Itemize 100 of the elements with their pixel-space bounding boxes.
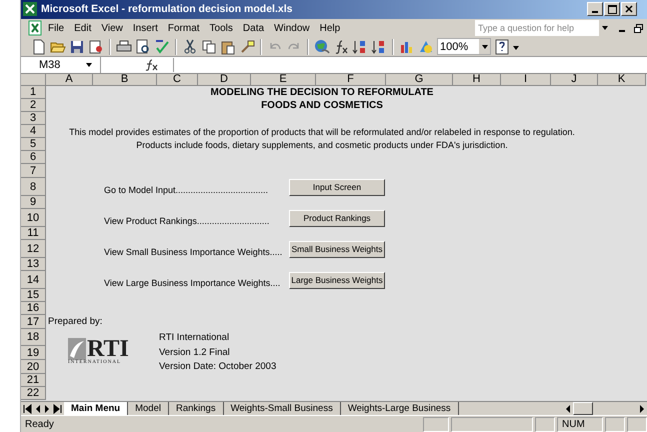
horizontal-scrollbar[interactable]: [565, 402, 645, 415]
sheet-title: FOODS AND COSMETICS: [260, 99, 384, 112]
navigation-button[interactable]: Small Business Weights: [289, 240, 385, 258]
insert-function-icon[interactable]: [145, 59, 159, 72]
column-header[interactable]: G: [386, 74, 453, 86]
row-header[interactable]: 9: [21, 196, 46, 210]
menu-item[interactable]: Help: [314, 22, 346, 34]
credit-text: Version Date: October 2003: [158, 361, 278, 374]
credit-text: Version 1.2 Final: [158, 347, 231, 360]
column-header[interactable]: K: [598, 74, 646, 86]
row-header[interactable]: 19: [21, 346, 46, 360]
row-header[interactable]: 20: [21, 360, 46, 374]
row-header[interactable]: 7: [21, 164, 46, 178]
maximize-button[interactable]: [604, 2, 620, 16]
close-button[interactable]: [621, 2, 637, 16]
status-panel: [535, 416, 555, 432]
sort-descending-icon[interactable]: [371, 38, 387, 55]
column-header[interactable]: A: [46, 74, 93, 86]
row-header[interactable]: 3: [21, 112, 46, 126]
function-icon[interactable]: [333, 38, 349, 55]
status-panel: [627, 416, 647, 432]
column-header[interactable]: B: [93, 74, 157, 86]
zoom-dropdown[interactable]: 100%: [437, 38, 491, 56]
minimize-button[interactable]: [587, 2, 603, 16]
menu-item[interactable]: File: [43, 22, 70, 34]
row-header[interactable]: 17: [21, 315, 46, 330]
menu-option-label: View Small Business Importance Weights.....: [103, 246, 284, 258]
navigation-button[interactable]: Product Rankings: [289, 210, 385, 227]
prepared-by-label: Prepared by:: [47, 316, 104, 328]
navigation-button[interactable]: Large Business Weights: [289, 272, 385, 289]
toolbar-options-icon[interactable]: [513, 44, 519, 50]
globe-icon[interactable]: [314, 38, 330, 55]
menu-item[interactable]: View: [96, 22, 128, 34]
status-panel: [423, 416, 449, 432]
copy-icon[interactable]: [201, 38, 217, 55]
row-header[interactable]: 13: [21, 258, 46, 272]
scroll-right-icon[interactable]: [639, 404, 645, 413]
column-header[interactable]: C: [157, 74, 198, 86]
paste-icon[interactable]: [220, 38, 236, 55]
description-text: Products include foods, dietary supplements, and cosmetic products under FDA's jurisdiction.: [135, 138, 509, 151]
maximize-icon: [608, 4, 616, 14]
sheet-title: MODELING THE DECISION TO REFORMULATE: [210, 86, 434, 100]
menu-option-label: View Large Business Importance Weights....: [103, 277, 282, 290]
row-header[interactable]: 12: [21, 240, 46, 258]
row-header[interactable]: 6: [21, 151, 46, 164]
tab-scroll-icon[interactable]: [53, 404, 62, 414]
status-text: Ready: [24, 418, 54, 430]
format-painter-icon[interactable]: [239, 38, 255, 55]
column-header[interactable]: E: [251, 74, 316, 86]
row-header[interactable]: 11: [21, 227, 46, 240]
tab-scroll-icon[interactable]: [23, 404, 32, 414]
row-header[interactable]: 2: [21, 99, 46, 112]
column-header[interactable]: J: [551, 74, 598, 86]
caret-icon: [86, 63, 92, 68]
sheet-tab[interactable]: Main Menu: [64, 402, 128, 416]
row-header[interactable]: 4: [21, 125, 46, 138]
menu-item[interactable]: Tools: [204, 22, 238, 34]
num-lock-indicator: NUM: [557, 416, 603, 432]
print-preview-icon[interactable]: [135, 38, 151, 55]
column-header[interactable]: I: [501, 74, 551, 86]
menu-option-label: View Product Rankings.............................: [103, 215, 270, 228]
navigation-button[interactable]: Input Screen: [289, 178, 385, 196]
menu-item[interactable]: Format: [162, 22, 205, 34]
help-search-field[interactable]: Type a question for help: [475, 20, 599, 36]
workbook-icon[interactable]: [27, 20, 43, 36]
menu-item[interactable]: Data: [238, 22, 270, 34]
menu-item[interactable]: Edit: [69, 22, 96, 34]
column-header[interactable]: D: [198, 74, 251, 86]
row-header[interactable]: 16: [21, 302, 46, 316]
sort-ascending-icon[interactable]: [352, 38, 368, 55]
menu-item[interactable]: Insert: [128, 22, 163, 34]
help-icon[interactable]: [494, 38, 510, 55]
new-document-icon[interactable]: [31, 38, 47, 55]
menu-item[interactable]: Window: [269, 22, 315, 34]
caret-icon: [602, 26, 608, 30]
spreadsheet-app-icon: [23, 2, 37, 16]
spelling-icon[interactable]: [154, 38, 170, 55]
row-header[interactable]: 10: [21, 209, 46, 228]
description-text: This model provides estimates of the proportion of products that will be reformulated and/or relabeled in response to regulation.: [68, 126, 576, 138]
restore-icon[interactable]: [634, 24, 643, 33]
cut-icon[interactable]: [182, 38, 198, 55]
row-header[interactable]: 22: [21, 387, 46, 400]
row-header[interactable]: 5: [21, 138, 46, 152]
row-header[interactable]: 15: [21, 289, 46, 302]
window-title: Microsoft Excel - reformulation decision model.xls: [41, 3, 292, 16]
menu-option-label: Go to Model Input.....................................: [103, 184, 270, 196]
save-icon[interactable]: [69, 38, 85, 55]
permission-icon[interactable]: [88, 38, 104, 55]
sheet-tab[interactable]: Weights-Small Business: [224, 402, 341, 416]
column-header[interactable]: H: [453, 74, 501, 86]
tab-scroll-icon[interactable]: [43, 404, 52, 414]
status-panel: [605, 416, 625, 432]
row-header[interactable]: 18: [21, 329, 46, 346]
row-header[interactable]: 8: [21, 178, 46, 196]
caret-icon: [482, 44, 488, 49]
row-header[interactable]: 1: [21, 86, 46, 100]
scroll-left-icon[interactable]: [565, 404, 571, 413]
row-header[interactable]: 21: [21, 374, 46, 388]
column-header[interactable]: F: [316, 74, 386, 86]
row-header[interactable]: 14: [21, 271, 46, 290]
